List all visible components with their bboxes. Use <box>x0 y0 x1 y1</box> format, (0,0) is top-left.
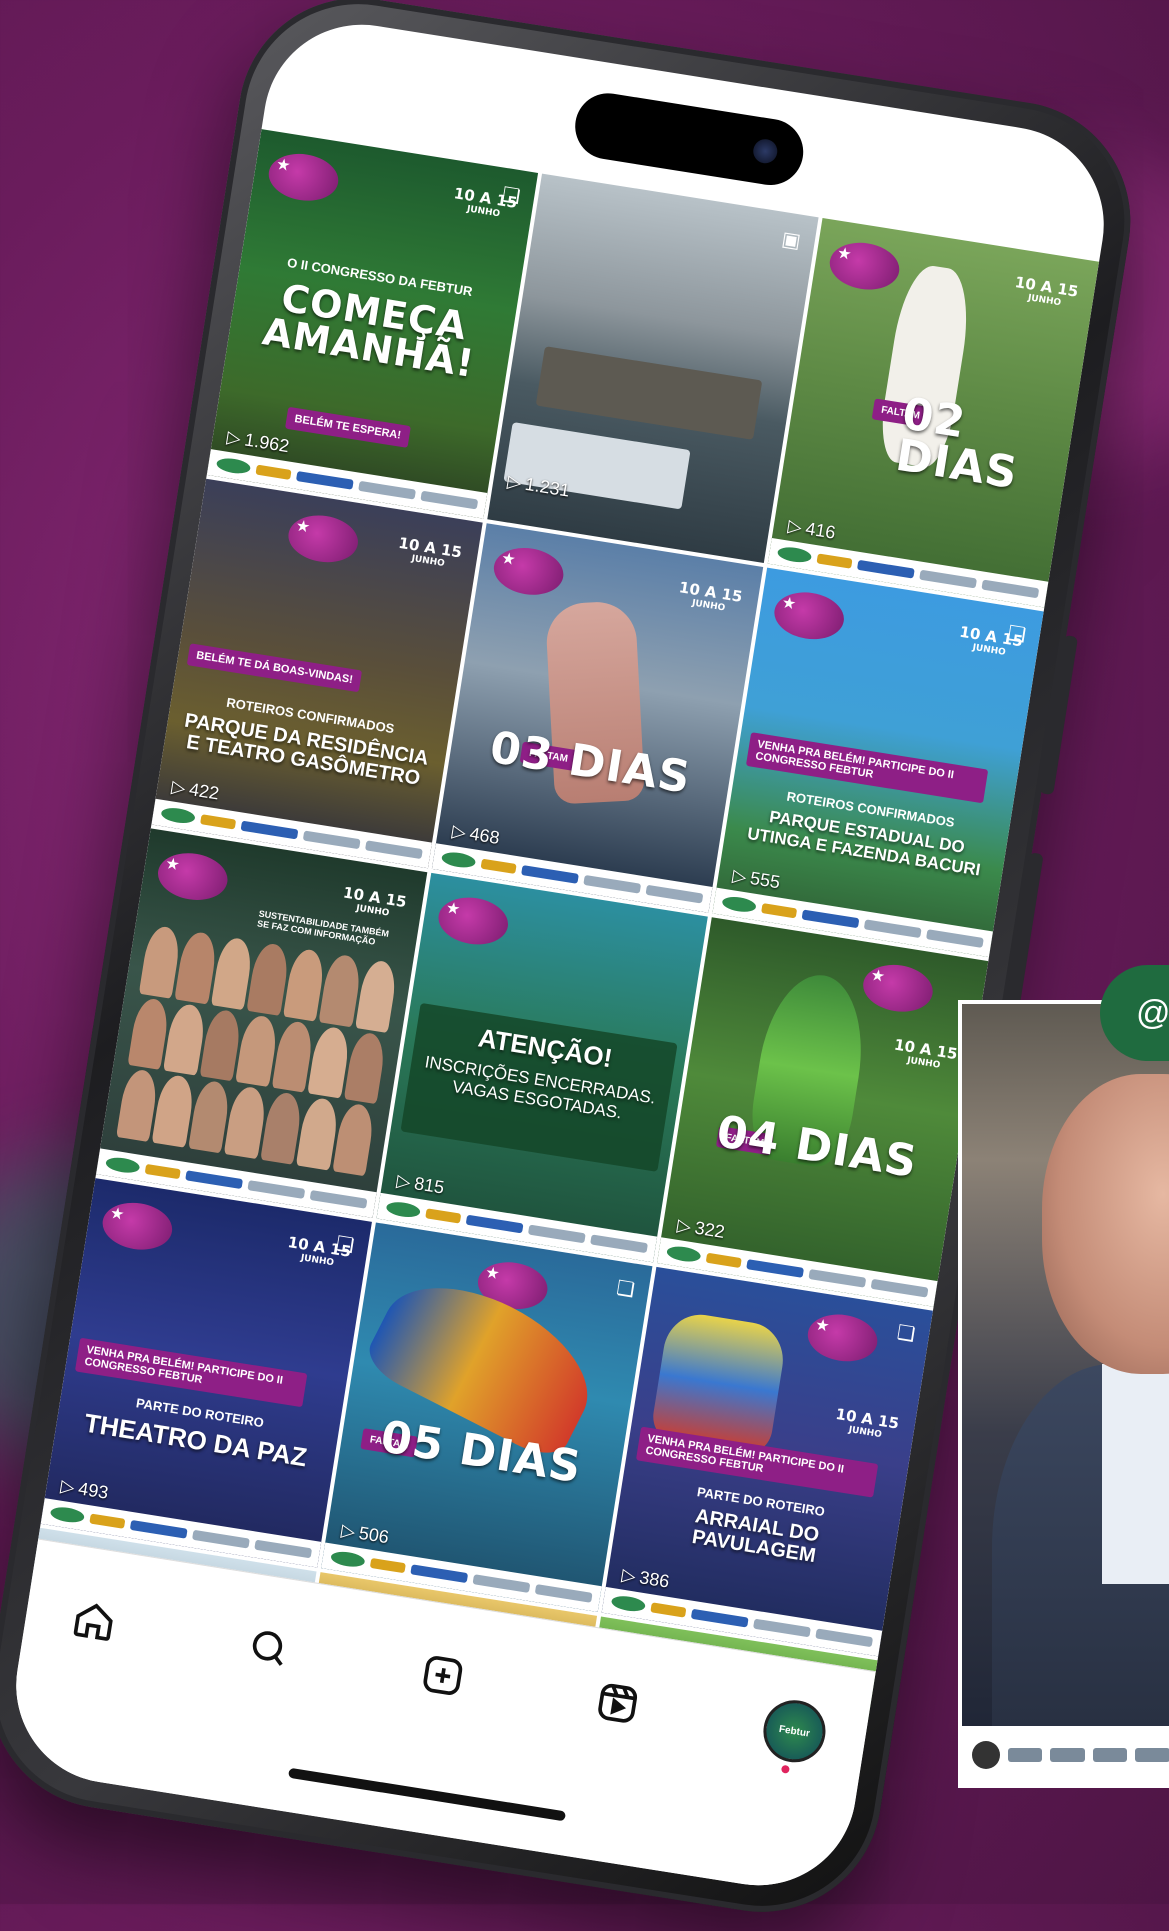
home-indicator <box>287 1767 567 1822</box>
febtur-logo <box>99 1198 176 1255</box>
view-count: ▷ 493 <box>59 1475 110 1503</box>
grid-post[interactable]: 10 A 15JUNHO ❏ VENHA PRA BELÉM! PARTICIP… <box>40 1178 372 1568</box>
febtur-logo <box>770 587 848 644</box>
grid-post[interactable]: ▣ ▷ 1.231 <box>487 173 819 564</box>
reels-icon[interactable] <box>585 1671 649 1735</box>
play-icon: ▷ <box>675 1214 693 1237</box>
view-count: ▷ 386 <box>620 1564 671 1592</box>
speaker-photos <box>116 924 399 1177</box>
play-icon: ▷ <box>59 1475 77 1498</box>
phone-screen: 10 A 15JUNHO ❏ O II CONGRESSO DA FEBTUR … <box>2 10 1118 1900</box>
play-icon: ▷ <box>786 515 804 538</box>
play-icon: ▷ <box>731 865 748 888</box>
febtur-logo <box>859 960 937 1017</box>
search-icon[interactable] <box>236 1616 300 1680</box>
play-icon: ▷ <box>505 471 523 493</box>
view-count: ▷ 506 <box>339 1520 391 1548</box>
grid-post[interactable]: 10 A 15JUNHO BELÉM TE DÁ BOAS-VINDAS! RO… <box>151 478 483 869</box>
febtur-logo <box>285 510 362 568</box>
febtur-logo <box>435 892 512 950</box>
grid-post[interactable]: 10 A 15JUNHO ❏ VENHA PRA BELÉM! PARTICIP… <box>712 567 1044 958</box>
speaker-face <box>1042 1074 1169 1374</box>
febtur-logo <box>154 848 231 905</box>
dynamic-island <box>570 88 808 190</box>
grid-post[interactable]: ❏ FALTAM 05 DIAS ▷506 <box>321 1222 653 1612</box>
play-icon: ▷ <box>620 1564 638 1587</box>
home-icon[interactable] <box>62 1588 126 1652</box>
grid-post[interactable]: 10 A 15JUNHO ❏ O II CONGRESSO DA FEBTUR … <box>206 129 539 519</box>
speaker-shirt <box>1102 1364 1169 1584</box>
carousel-icon: ❏ <box>1006 622 1028 647</box>
carousel-icon: ❏ <box>895 1321 917 1347</box>
video-overlay <box>958 1000 1169 1788</box>
play-icon: ▷ <box>450 820 468 843</box>
play-icon: ▷ <box>339 1520 357 1542</box>
carousel-icon: ❏ <box>500 183 522 209</box>
profile-post-grid: 10 A 15JUNHO ❏ O II CONGRESSO DA FEBTUR … <box>30 129 1100 1720</box>
febtur-logo <box>265 149 342 206</box>
carousel-icon: ❏ <box>334 1232 356 1258</box>
grid-post[interactable]: ATENÇÃO! INSCRIÇÕES ENCERRADAS. VAGAS ES… <box>376 872 708 1263</box>
sponsor-strip <box>962 1726 1169 1784</box>
view-count: ▷ 422 <box>170 776 221 804</box>
play-icon: ▷ <box>225 426 243 449</box>
post-headline: 02 DIAS <box>892 388 1022 500</box>
reels-icon: ▣ <box>780 228 803 253</box>
grid-post[interactable]: 10 A 15JUNHO SUSTENTABILIDADE TAMBÉM SE … <box>96 828 428 1218</box>
grid-post[interactable]: 10 A 15JUNHO FALTAM 04 DIAS ▷322 <box>657 917 989 1307</box>
avatar-label: Febtur <box>778 1723 811 1740</box>
grid-post[interactable]: 10 A 15JUNHO ❏ VENHA PRA BELÉM! PARTICIP… <box>601 1266 933 1657</box>
notification-dot <box>780 1764 790 1774</box>
grid-post[interactable]: 10 A 15JUNHO FALTAM 03 DIAS ▷468 <box>431 523 764 913</box>
febtur-logo <box>804 1309 881 1367</box>
view-count: ▷ 416 <box>786 515 837 543</box>
create-post-icon[interactable] <box>411 1644 475 1708</box>
play-icon: ▷ <box>395 1170 412 1193</box>
view-count: ▷ 322 <box>675 1214 727 1243</box>
febtur-logo <box>826 237 903 295</box>
view-count: ▷ 468 <box>450 820 501 848</box>
post-badge: BELÉM TE DÁ BOAS-VINDAS! <box>186 643 363 693</box>
febtur-logo <box>490 543 567 600</box>
play-icon: ▷ <box>170 776 187 799</box>
profile-avatar[interactable]: Febtur <box>758 1695 830 1767</box>
riverboat <box>535 346 763 440</box>
view-count: ▷ 815 <box>395 1170 446 1198</box>
post-badge: BELÉM TE ESPERA! <box>284 406 411 448</box>
view-count: ▷ 555 <box>731 865 782 893</box>
carousel-icon: ❏ <box>614 1277 637 1302</box>
grid-post[interactable]: 10 A 15JUNHO FALTAM 02 DIAS ▷416 <box>767 217 1100 608</box>
riverboat <box>503 422 691 510</box>
